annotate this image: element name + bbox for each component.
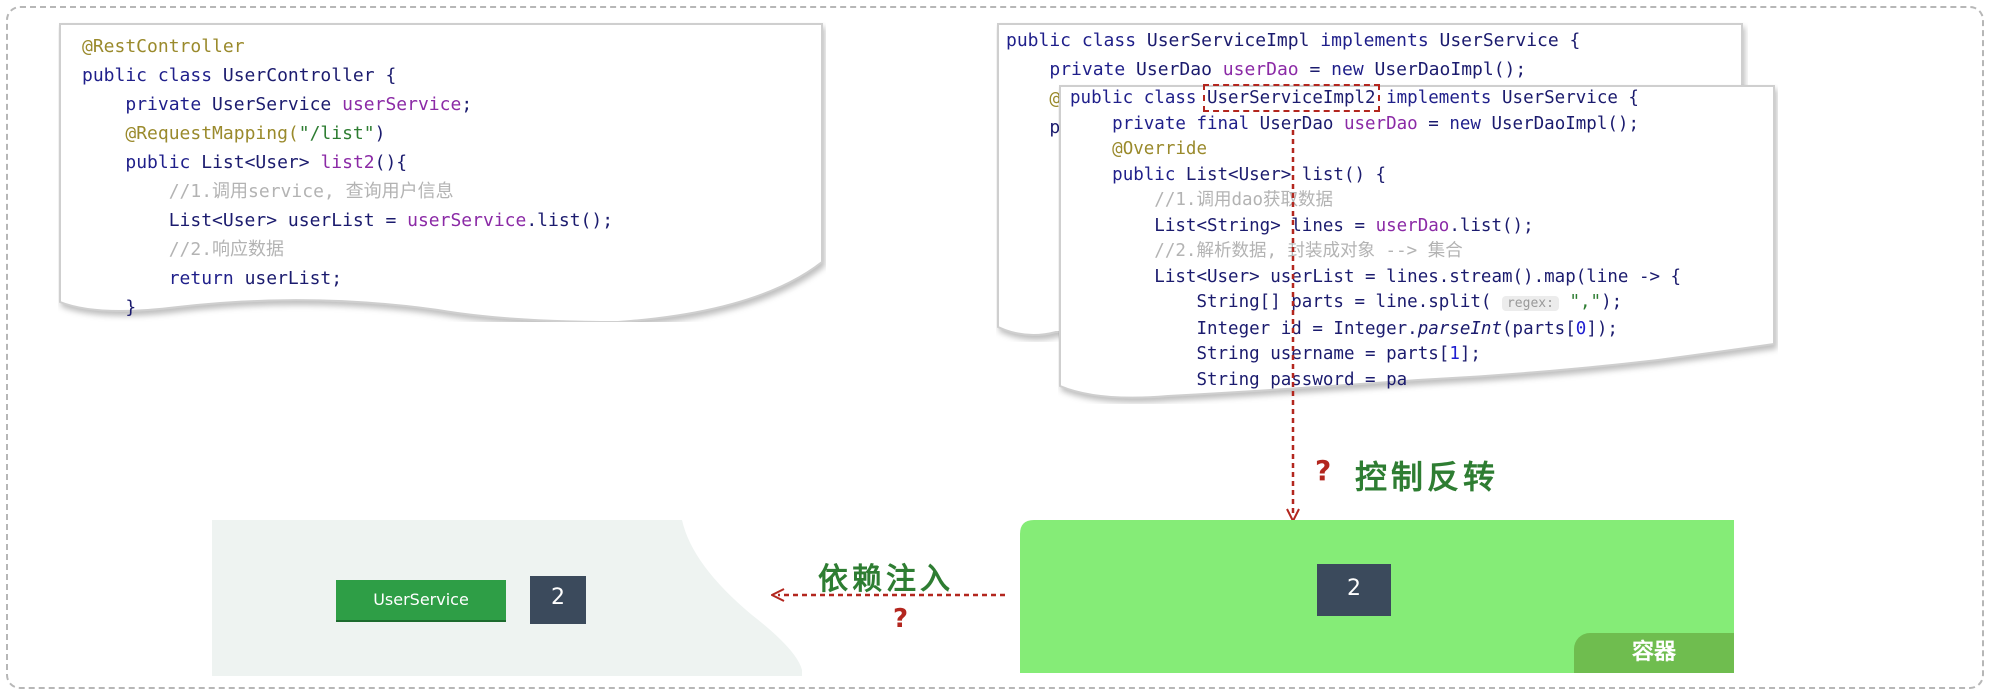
consumer-area: UserService 2 — [212, 520, 802, 676]
impl2-code-card: public class UserServiceImpl2 implements… — [1058, 84, 1778, 404]
controller-code-card: @RestController public class UserControl… — [58, 22, 826, 322]
ioc-question: ? — [1315, 454, 1332, 487]
di-question: ? — [893, 604, 909, 634]
di-label: 依赖注入 — [818, 562, 954, 597]
impl2-code: public class UserServiceImpl2 implements… — [1070, 84, 1682, 390]
bean-placeholder: 2 — [530, 576, 586, 624]
controller-code: @RestController public class UserControl… — [82, 36, 614, 318]
impl2-class-name: UserServiceImpl2 — [1202, 84, 1380, 112]
ioc-label: 控制反转 — [1355, 458, 1500, 496]
container-box: 2 容器 — [1020, 520, 1734, 673]
consumer-shape — [212, 520, 802, 676]
bean-in-container: 2 — [1317, 564, 1391, 616]
container-tab: 容器 — [1574, 633, 1734, 673]
userservice-box: UserService — [336, 580, 506, 620]
